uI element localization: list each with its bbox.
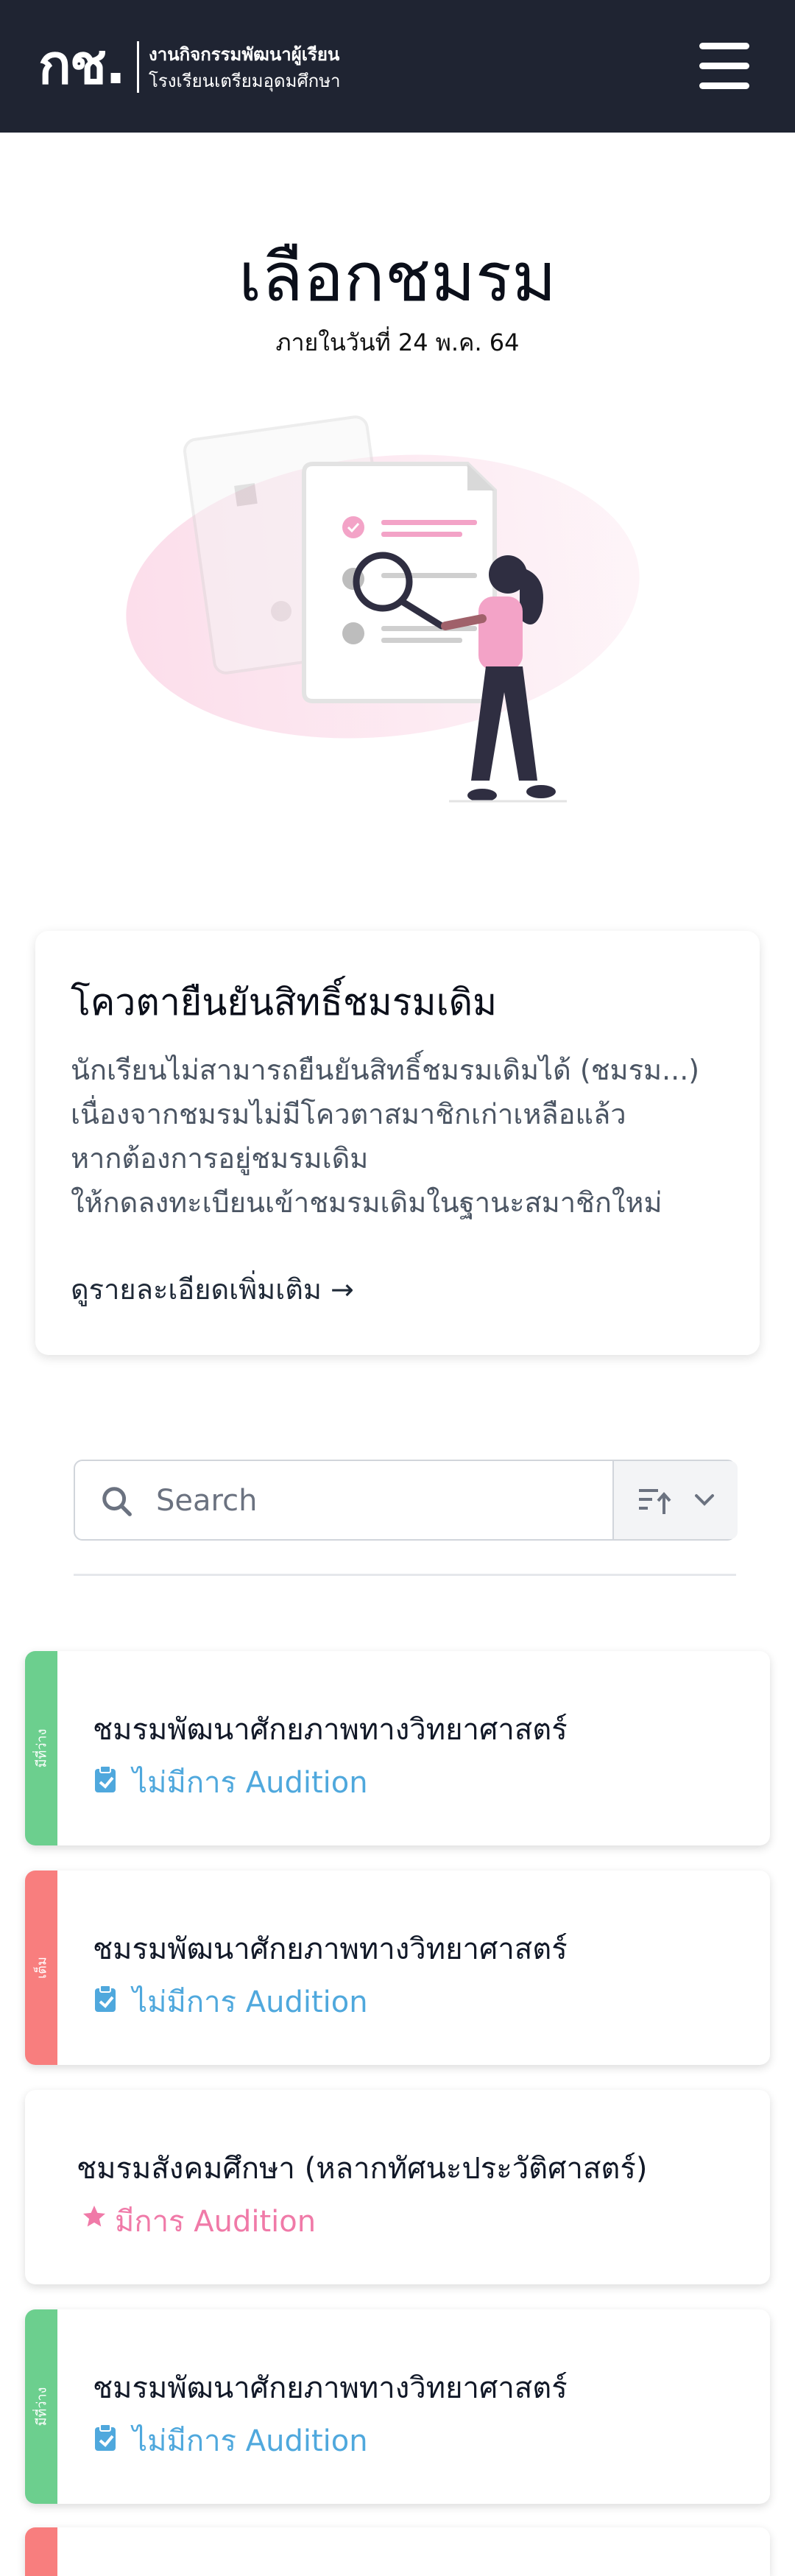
club-name: ชมรมสังคมศึกษา (หลากทัศนะประวัติศาสตร์) [77,2152,648,2186]
quota-card-line: ให้กดลงทะเบียนเข้าชมรมเดิมในฐานะสมาชิกให… [71,1186,662,1219]
club-name: ชมรมพัฒนาศักยภาพทางวิทยาศาสตร์ [93,1713,568,1747]
club-card[interactable]: มีที่ว่าง ชมรมพัฒนาศักยภาพทางวิทยาศาสตร์… [25,1651,770,1845]
status-strip: เต็ม [25,1871,57,2065]
search-input[interactable] [155,1476,599,1526]
hamburger-menu-icon[interactable] [696,43,752,90]
club-card[interactable] [25,2527,770,2576]
clipboard-icon [95,1765,116,1792]
deadline-subtitle: ภายในวันที่ 24 พ.ค. 64 [275,328,520,356]
quota-info-card: โควตายืนยันสิทธิ์ชมรมเดิม นักเรียนไม่สาม… [35,931,760,1355]
search-documents-illustration [126,415,640,803]
clipboard-icon [95,1985,116,2012]
quota-card-title: โควตายืนยันสิทธิ์ชมรมเดิม [71,981,498,1024]
audition-label: ไม่มีการ Audition [132,1766,368,1800]
audition-label: มีการ Audition [115,2205,317,2239]
quota-card-line: หากต้องการอยู่ชมรมเดิม [71,1142,369,1175]
quota-card-line: เนื่องจากชมรมไม่มีโควตาสมาชิกเก่าเหลือแล… [71,1098,626,1130]
logo-subtitle: โรงเรียนเตรียมอุดมศึกษา [149,71,341,91]
audition-label: ไม่มีการ Audition [132,2424,368,2458]
star-icon [83,2206,105,2227]
logo-divider [137,41,139,93]
status-strip: มีที่ว่าง [25,2309,57,2504]
status-label: เต็ม [34,1957,50,1979]
club-name: ชมรมพัฒนาศักยภาพทางวิทยาศาสตร์ [93,1932,568,1966]
status-label: มีที่ว่าง [34,1728,50,1768]
search-icon [102,1487,132,1516]
sort-ascending-icon [639,1489,671,1514]
sort-dropdown-button[interactable] [612,1461,738,1539]
club-card[interactable]: มีที่ว่าง ชมรมพัฒนาศักยภาพทางวิทยาศาสตร์… [25,2309,770,2504]
status-strip [25,2527,57,2576]
club-card[interactable]: เต็ม ชมรมพัฒนาศักยภาพทางวิทยาศาสตร์ ไม่ม… [25,1871,770,2065]
clipboard-icon [95,2424,116,2451]
status-label: มีที่ว่าง [34,2387,50,2427]
club-name: ชมรมพัฒนาศักยภาพทางวิทยาศาสตร์ [93,2371,568,2405]
logo-title: งานกิจกรรมพัฒนาผู้เรียน [149,44,340,65]
page-title: เลือกชมรม [239,238,556,317]
search-divider [74,1574,736,1576]
club-search-bar [74,1460,738,1541]
quota-card-line: นักเรียนไม่สามารถยืนยันสิทธิ์ชมรมเดิมได้… [71,1054,700,1086]
logo-mark[interactable]: กช. [38,29,126,100]
audition-label: ไม่มีการ Audition [132,1985,368,2019]
see-more-link[interactable]: ดูรายละเอียดเพิ่มเติม → [71,1267,354,1312]
top-navbar: กช. งานกิจกรรมพัฒนาผู้เรียน โรงเรียนเตรี… [0,0,795,133]
club-card[interactable]: ชมรมสังคมศึกษา (หลากทัศนะประวัติศาสตร์) … [25,2090,770,2284]
status-strip: มีที่ว่าง [25,1651,57,1845]
chevron-down-icon [695,1494,714,1506]
